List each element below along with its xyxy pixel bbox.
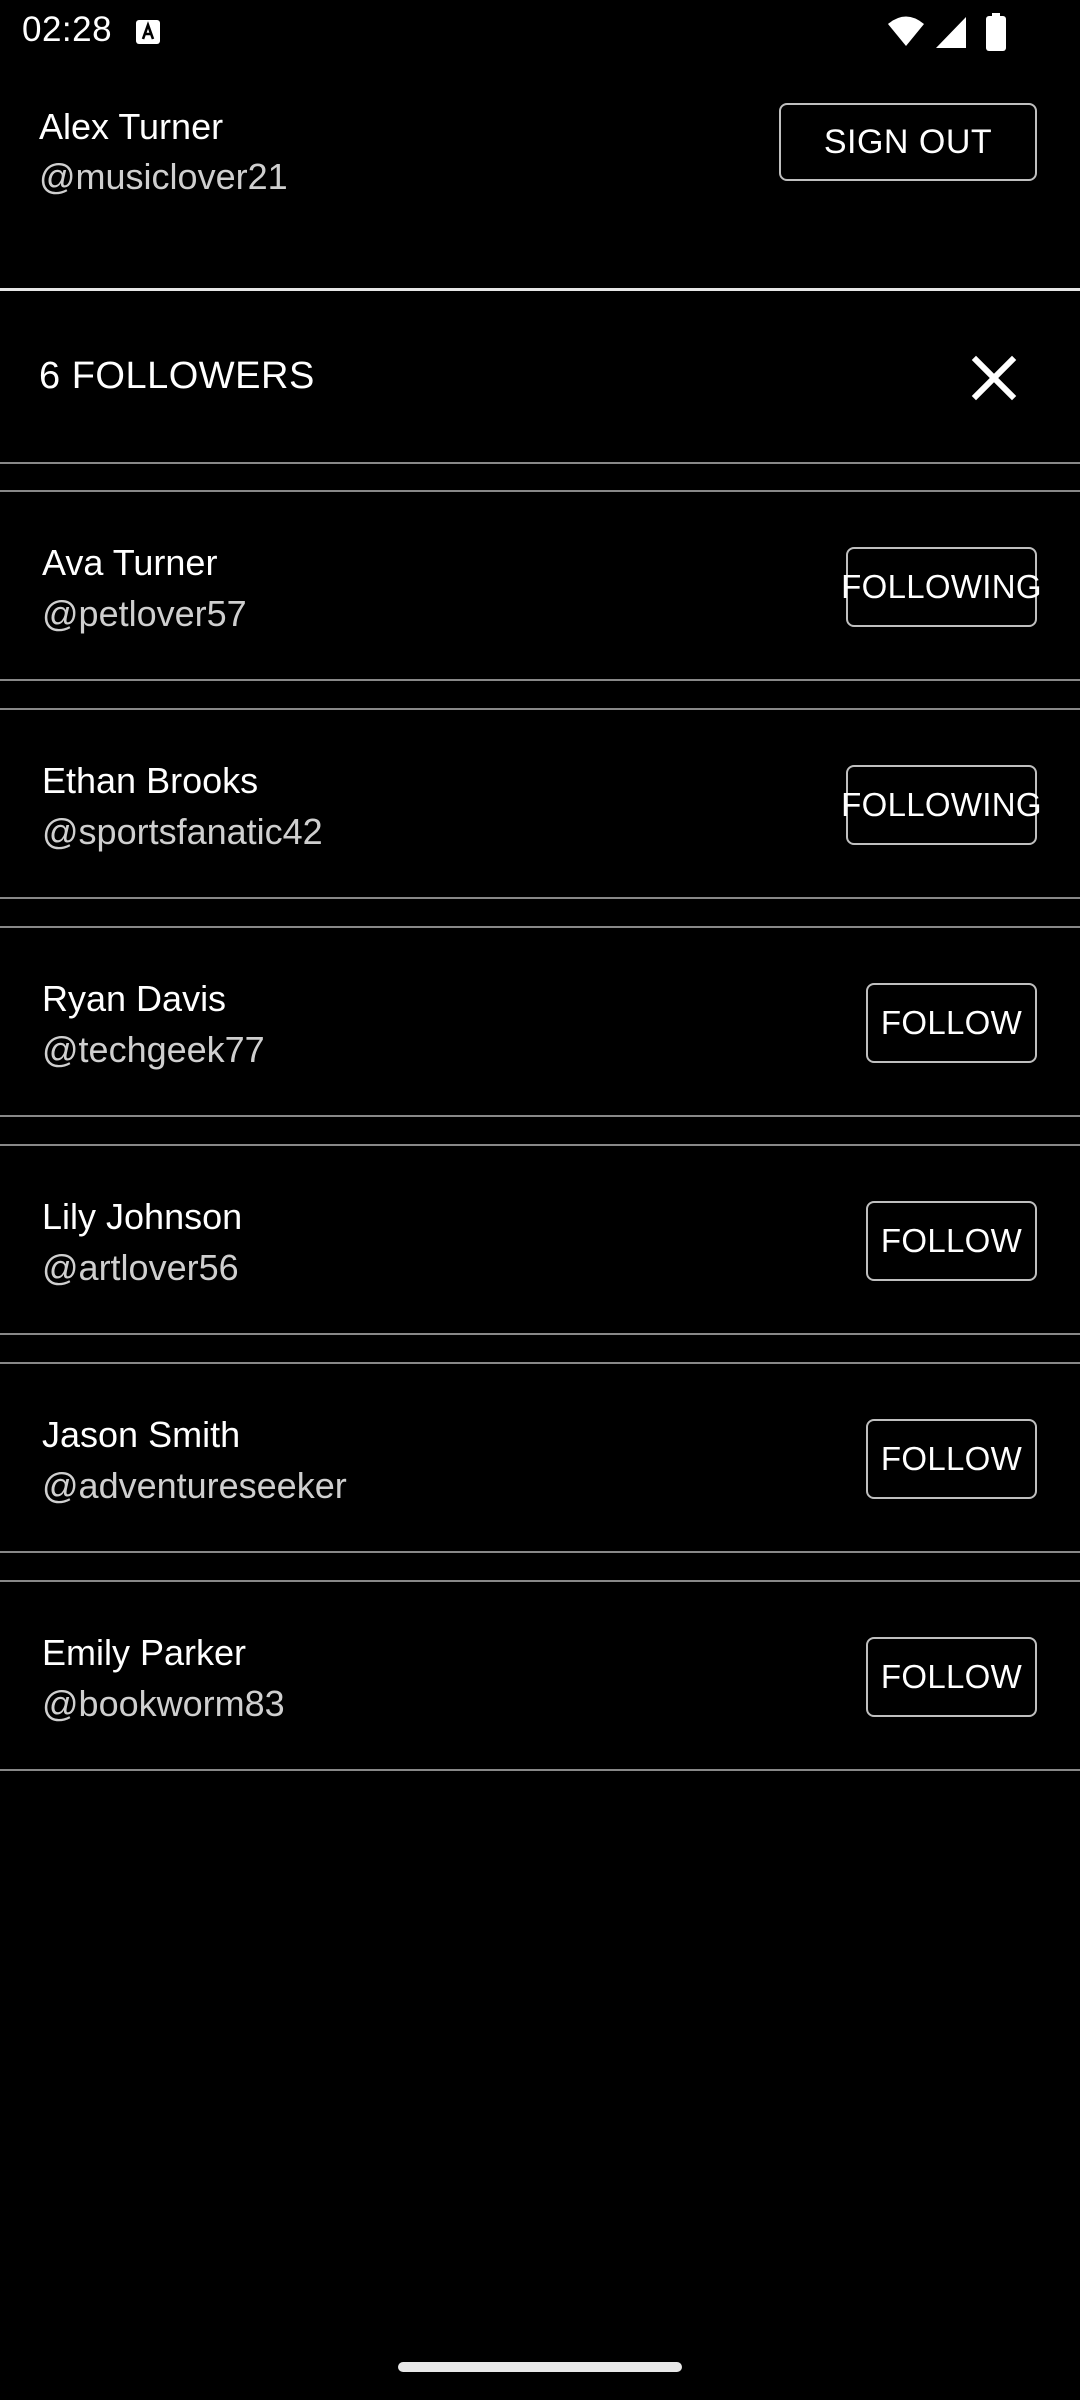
follower-handle: @sportsfanatic42	[42, 811, 323, 852]
followers-divider	[0, 462, 1080, 464]
battery-icon	[986, 13, 1006, 51]
follower-item: Ava Turner @petlover57 FOLLOWING	[0, 490, 1080, 681]
status-time: 02:28	[22, 10, 113, 49]
profile-header: Alex Turner @musiclover21 SIGN OUT	[0, 64, 1080, 288]
follower-handle: @bookworm83	[42, 1683, 285, 1724]
profile-handle: @musiclover21	[39, 156, 288, 197]
close-icon[interactable]	[970, 354, 1018, 402]
follow-button[interactable]: FOLLOW	[866, 1419, 1037, 1499]
follower-item: Ethan Brooks @sportsfanatic42 FOLLOWING	[0, 708, 1080, 899]
wifi-icon	[888, 16, 924, 46]
profile-name: Alex Turner	[39, 106, 224, 147]
followers-list: Ava Turner @petlover57 FOLLOWING Ethan B…	[0, 490, 1080, 1798]
a-notification-icon	[136, 20, 160, 44]
follow-button[interactable]: FOLLOW	[866, 1637, 1037, 1717]
follower-name: Lily Johnson	[42, 1196, 243, 1237]
follower-item: Jason Smith @adventureseeker FOLLOW	[0, 1362, 1080, 1553]
follower-handle: @adventureseeker	[42, 1465, 347, 1506]
follower-name: Ava Turner	[42, 542, 218, 583]
follow-button[interactable]: FOLLOW	[866, 983, 1037, 1063]
follow-button[interactable]: FOLLOW	[866, 1201, 1037, 1281]
follower-name: Emily Parker	[42, 1632, 247, 1673]
followers-header: 6 FOLLOWERS	[0, 291, 1080, 462]
follower-item: Ryan Davis @techgeek77 FOLLOW	[0, 926, 1080, 1117]
followers-title: 6 FOLLOWERS	[39, 355, 315, 397]
following-button[interactable]: FOLLOWING	[841, 765, 1042, 845]
signal-icon	[936, 17, 966, 48]
gesture-nav-handle[interactable]	[398, 2362, 682, 2372]
follower-handle: @artlover56	[42, 1247, 239, 1288]
follower-handle: @petlover57	[42, 593, 247, 634]
follower-item: Lily Johnson @artlover56 FOLLOW	[0, 1144, 1080, 1335]
status-bar: 02:28	[0, 0, 1080, 64]
follower-name: Jason Smith	[42, 1414, 241, 1455]
following-button[interactable]: FOLLOWING	[841, 547, 1042, 627]
follower-name: Ryan Davis	[42, 978, 227, 1019]
follower-item: Emily Parker @bookworm83 FOLLOW	[0, 1580, 1080, 1771]
follower-name: Ethan Brooks	[42, 760, 259, 801]
sign-out-button[interactable]: SIGN OUT	[779, 103, 1037, 181]
follower-handle: @techgeek77	[42, 1029, 265, 1070]
